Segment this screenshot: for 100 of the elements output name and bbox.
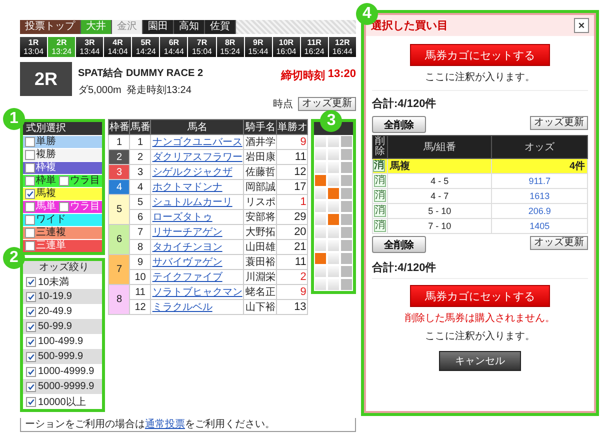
clear-all-button[interactable]: 全削除 [372,116,426,133]
delete-button[interactable]: 消 [374,220,386,232]
bet-type-option[interactable]: 複勝 [25,149,56,161]
race-tab[interactable]: 8R 15:24 [216,37,244,57]
pick-toggle[interactable] [327,187,340,200]
pick-toggle[interactable] [327,135,340,148]
set-to-basket-button[interactable]: 馬券カゴにセットする [410,44,550,66]
pick-toggle[interactable] [314,187,328,200]
race-tab[interactable]: 11R 16:24 [300,37,328,57]
bet-type-option[interactable]: 三連複 [25,227,66,239]
pick-toggle[interactable] [340,187,353,200]
pick-toggle[interactable] [314,226,328,239]
checkbox[interactable] [26,396,36,406]
odds-filter-option[interactable]: 50-99.9 [23,319,102,334]
pick-toggle[interactable] [327,226,340,239]
pick-toggle[interactable] [327,148,340,161]
delete-button[interactable]: 消 [374,190,386,202]
venue-tab[interactable]: 投票トップ [20,20,81,34]
race-tab[interactable]: 1R 13:04 [20,37,48,57]
checkbox[interactable] [25,150,35,160]
race-tab[interactable]: 4R 14:04 [104,37,132,57]
odds-filter-option[interactable]: 1000-4999.9 [23,364,102,379]
pick-toggle[interactable] [340,174,353,187]
checkbox[interactable] [26,276,36,286]
checkbox[interactable] [59,176,69,186]
pick-toggle[interactable] [340,161,353,174]
race-tab[interactable]: 5R 14:24 [132,37,160,57]
pick-toggle[interactable] [314,148,328,161]
odds-filter-option[interactable]: 5000-9999.9 [23,379,102,394]
checkbox[interactable] [25,202,35,212]
reverse-option[interactable]: ウラ目 [59,175,100,187]
odds-filter-option[interactable]: 10未満 [23,274,102,289]
bet-type-option[interactable]: 馬複 [25,188,56,200]
checkbox[interactable] [26,382,36,392]
pick-toggle[interactable] [314,213,328,226]
venue-tab[interactable]: 高知 [174,20,205,34]
pick-toggle[interactable] [340,278,353,291]
checkbox[interactable] [25,163,35,173]
pick-toggle[interactable] [340,239,353,252]
pick-toggle[interactable] [327,200,340,213]
checkbox[interactable] [26,352,36,362]
pick-toggle[interactable] [314,239,328,252]
odds-filter-option[interactable]: 10000以上 [23,394,102,409]
checkbox[interactable] [26,306,36,316]
clear-all-button[interactable]: 全削除 [372,236,426,253]
set-to-basket-button[interactable]: 馬券カゴにセットする [410,285,550,307]
delete-button[interactable]: 消 [373,160,385,172]
race-tab[interactable]: 10R 16:04 [272,37,300,57]
pick-toggle[interactable] [340,148,353,161]
pick-toggle[interactable] [340,135,353,148]
odds-refresh-button[interactable]: オッズ更新 [298,97,356,111]
odds-filter-option[interactable]: 20-49.9 [23,304,102,319]
checkbox[interactable] [26,292,36,302]
checkbox[interactable] [26,322,36,332]
pick-toggle[interactable] [340,200,353,213]
odds-refresh-button[interactable]: オッズ更新 [530,116,588,130]
odds-refresh-button[interactable]: オッズ更新 [530,236,588,250]
checkbox[interactable] [26,366,36,376]
pick-toggle[interactable] [314,200,328,213]
pick-toggle[interactable] [327,265,340,278]
bet-type-option[interactable]: ワイド [25,214,66,226]
pick-toggle[interactable] [314,174,328,187]
pick-toggle[interactable] [327,239,340,252]
pick-toggle[interactable] [327,161,340,174]
pick-toggle[interactable] [314,161,328,174]
delete-button[interactable]: 消 [374,175,386,187]
pick-toggle[interactable] [327,278,340,291]
cancel-button[interactable]: キャンセル [439,351,521,371]
race-tab[interactable]: 7R 15:04 [188,37,216,57]
close-button[interactable]: × [574,18,589,33]
pick-toggle[interactable] [314,278,328,291]
checkbox[interactable] [25,241,35,251]
normal-vote-link[interactable]: 通常投票 [145,419,185,430]
pick-toggle[interactable] [314,265,328,278]
pick-toggle[interactable] [327,174,340,187]
checkbox[interactable] [26,336,36,346]
race-tab[interactable]: 3R 13:44 [76,37,104,57]
venue-tab[interactable]: 園田 [143,20,174,34]
checkbox[interactable] [25,137,35,147]
pick-toggle[interactable] [314,135,328,148]
pick-toggle[interactable] [340,265,353,278]
venue-tab[interactable]: 佐賀 [205,20,236,34]
checkbox[interactable] [25,176,35,186]
bet-type-option[interactable]: 枠単 [25,175,56,187]
race-tab[interactable]: 12R 16:44 [328,37,356,57]
checkbox[interactable] [59,202,69,212]
odds-filter-option[interactable]: 10-19.9 [23,289,102,304]
odds-filter-option[interactable]: 100-499.9 [23,334,102,349]
pick-toggle[interactable] [340,252,353,265]
checkbox[interactable] [25,228,35,238]
pick-toggle[interactable] [327,252,340,265]
odds-filter-option[interactable]: 500-999.9 [23,349,102,364]
delete-button[interactable]: 消 [374,205,386,217]
bet-type-option[interactable]: 枠複 [25,162,56,174]
pick-toggle[interactable] [314,252,328,265]
pick-toggle[interactable] [340,226,353,239]
pick-toggle[interactable] [340,213,353,226]
race-tab[interactable]: 9R 15:44 [244,37,272,57]
pick-toggle[interactable] [327,213,340,226]
bet-type-option[interactable]: 三連単 [25,240,66,252]
